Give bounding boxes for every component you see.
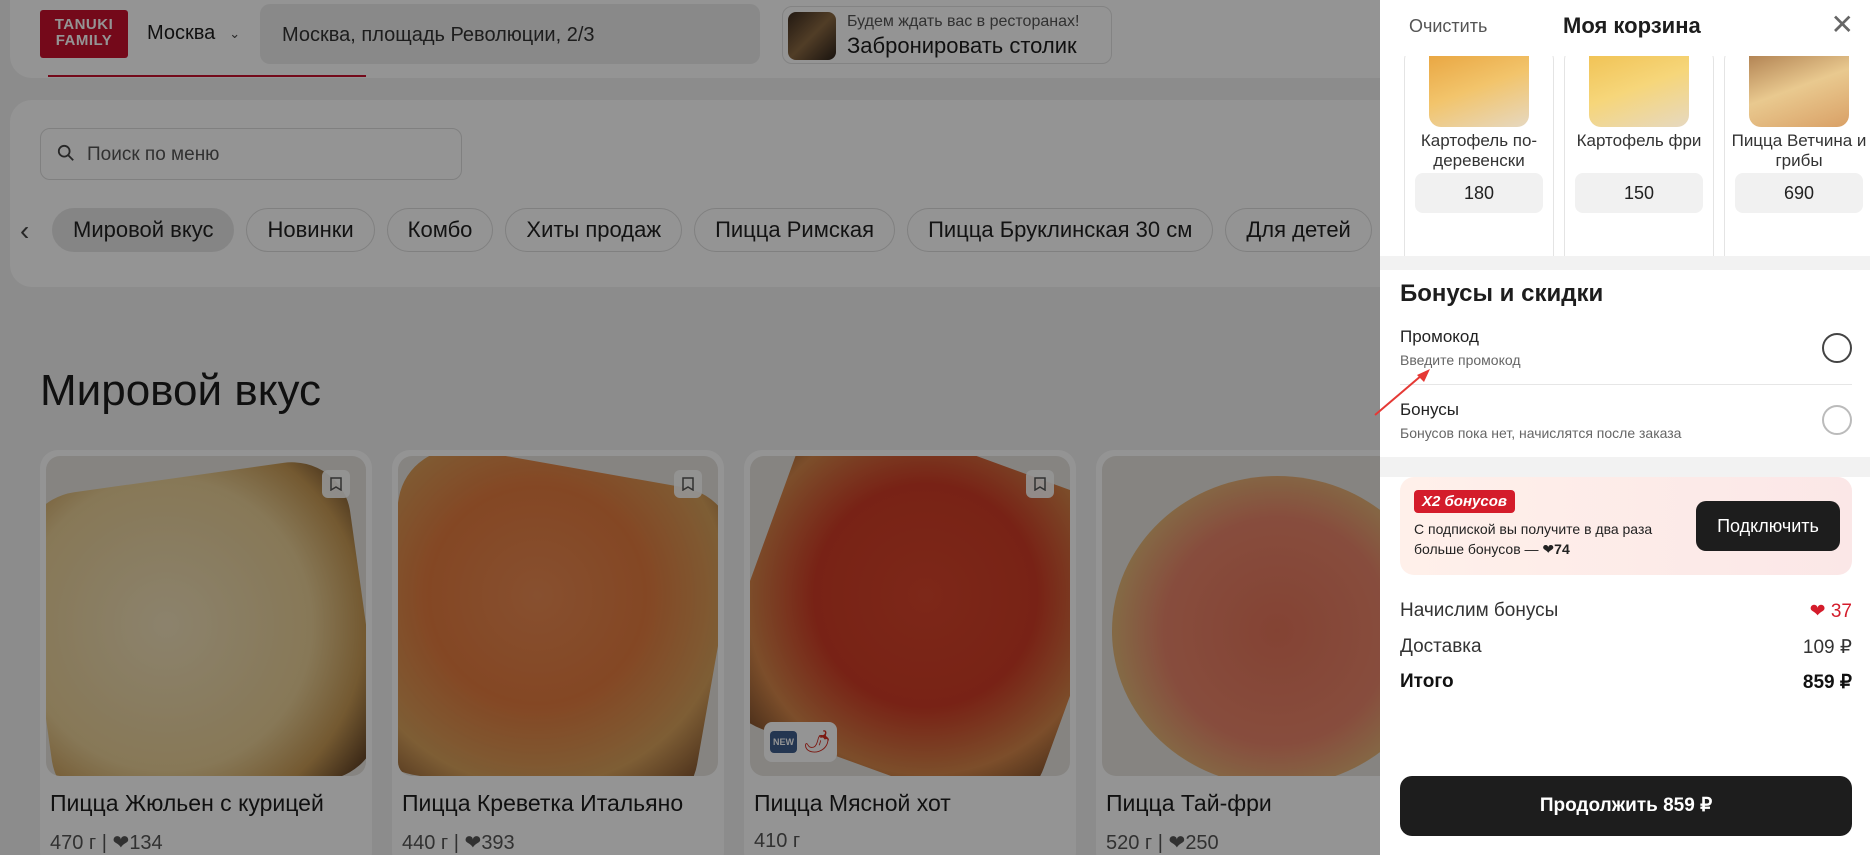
recommendation-card[interactable]: Пицца Ветчина и грибы 690	[1724, 56, 1870, 256]
x2-bonus-badge: X2 бонусов	[1414, 490, 1515, 513]
promo-text: С подпиской вы получите в два раза больш…	[1414, 521, 1653, 557]
recommendation-name: Картофель фри	[1576, 131, 1702, 150]
cart-header: Очистить Моя корзина ✕	[1380, 0, 1870, 56]
modal-backdrop[interactable]	[0, 0, 1380, 855]
section-divider	[1380, 256, 1870, 270]
accrue-bonuses-row: Начислим бонусы ❤ 37	[1400, 600, 1852, 622]
cart-title: Моя корзина	[1563, 13, 1701, 38]
cart-drawer: Очистить Моя корзина ✕ Картофель по-дере…	[1380, 0, 1870, 855]
product-image	[1589, 56, 1689, 127]
promocode-title[interactable]: Промокод	[1400, 327, 1479, 347]
promocode-radio[interactable]	[1822, 333, 1852, 363]
bonuses-option-hint: Бонусов пока нет, начислятся после заказ…	[1400, 425, 1682, 441]
section-divider	[1380, 457, 1870, 477]
add-price-button[interactable]: 180	[1415, 173, 1543, 213]
product-image	[1749, 56, 1849, 127]
bonuses-radio[interactable]	[1822, 405, 1852, 435]
recommendation-card[interactable]: Картофель по-деревенски 180	[1404, 56, 1554, 256]
bonuses-title: Бонусы и скидки	[1400, 280, 1604, 307]
recommendations-carousel: Картофель по-деревенски 180 Картофель фр…	[1380, 56, 1870, 256]
promocode-hint[interactable]: Введите промокод	[1400, 352, 1521, 368]
add-price-button[interactable]: 150	[1575, 173, 1703, 213]
recommendation-card[interactable]: Картофель фри 150	[1564, 56, 1714, 256]
delivery-row: Доставка 109 ₽	[1400, 636, 1852, 658]
continue-checkout-button[interactable]: Продолжить 859 ₽	[1400, 776, 1852, 836]
add-price-button[interactable]: 690	[1735, 173, 1863, 213]
divider	[1400, 384, 1852, 385]
total-row: Итого 859 ₽	[1400, 671, 1852, 693]
connect-subscription-button[interactable]: Подключить	[1696, 501, 1840, 551]
bonuses-option-title: Бонусы	[1400, 400, 1460, 419]
close-icon[interactable]: ✕	[1831, 11, 1854, 39]
subscription-promo: X2 бонусов С подпиской вы получите в два…	[1400, 477, 1852, 575]
heart-icon: ❤	[1542, 541, 1555, 557]
heart-icon: ❤	[1809, 601, 1826, 622]
product-image	[1429, 56, 1529, 127]
clear-cart-button[interactable]: Очистить	[1409, 16, 1487, 37]
recommendation-name: Картофель по-деревенски	[1420, 131, 1538, 170]
recommendation-name: Пицца Ветчина и грибы	[1731, 131, 1867, 170]
